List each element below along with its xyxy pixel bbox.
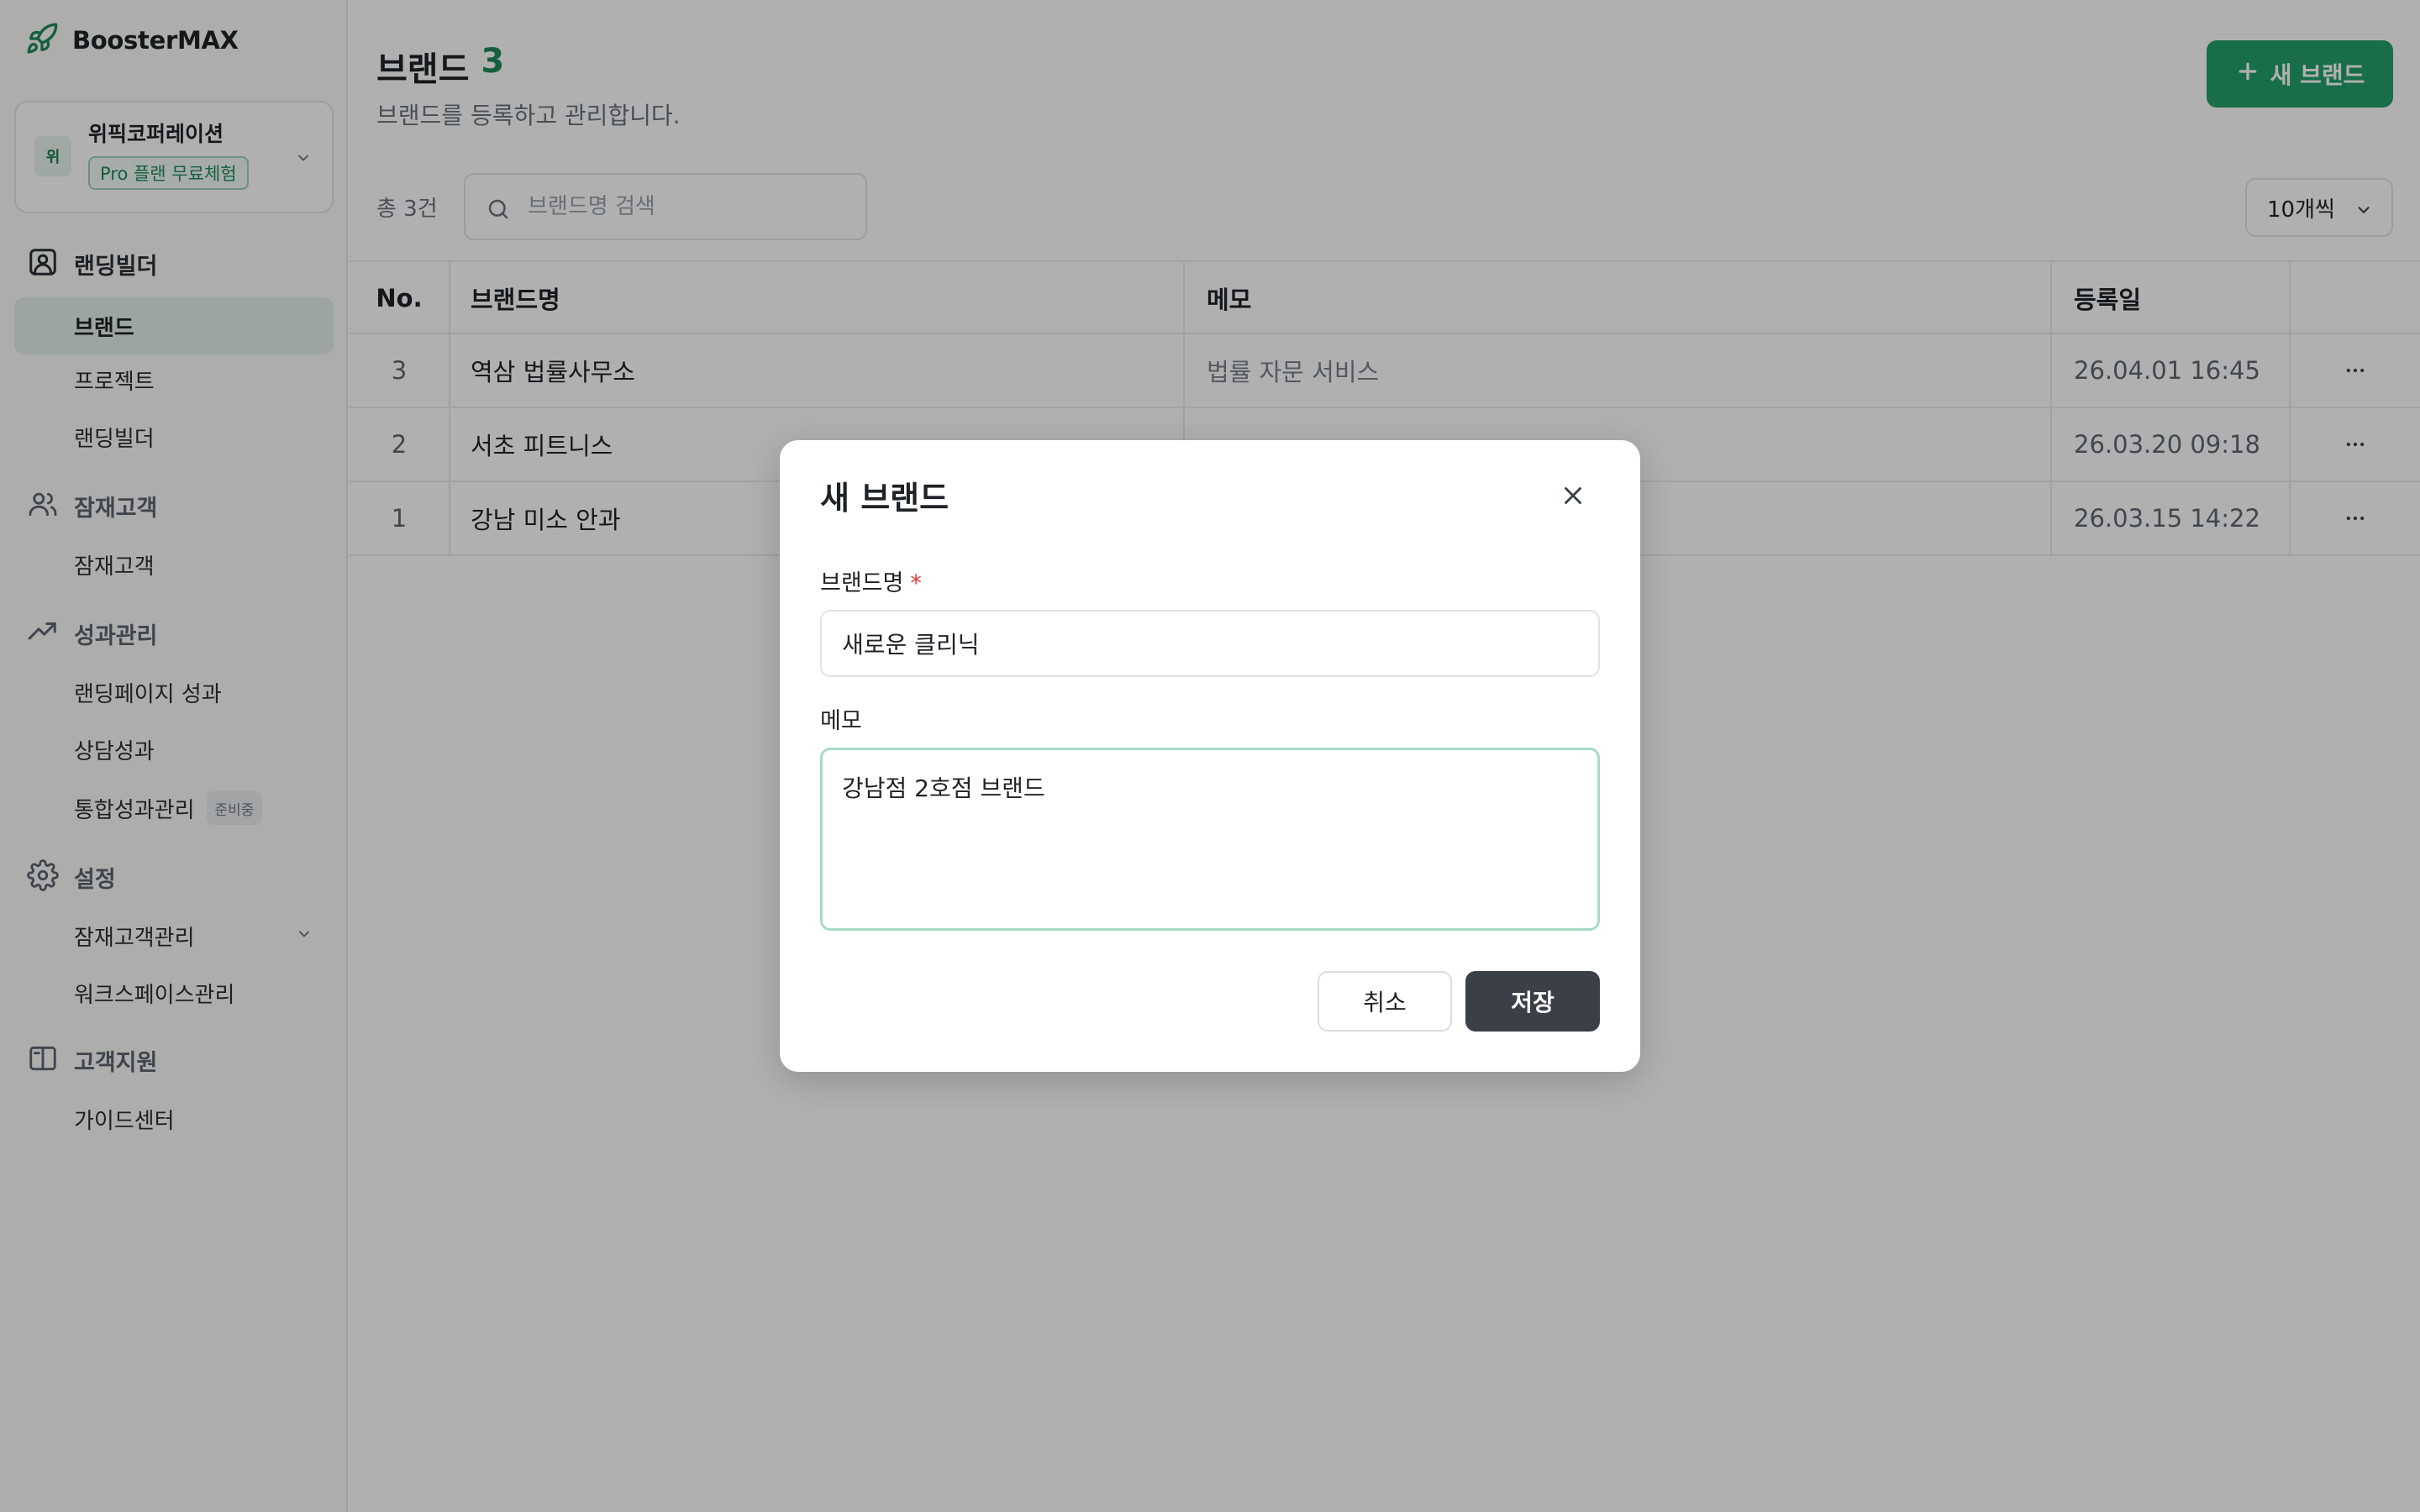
- save-button[interactable]: 저장: [1465, 971, 1600, 1032]
- close-icon[interactable]: [1555, 477, 1591, 514]
- brand-name-label: 브랜드명 *: [820, 564, 922, 597]
- required-mark: *: [910, 570, 922, 596]
- new-brand-dialog: 새 브랜드 브랜드명* 메모 강남점 2호점 브랜드 취소 저장: [780, 440, 1640, 1072]
- dialog-title: 새 브랜드: [820, 480, 950, 517]
- memo-label: 메모: [820, 708, 862, 734]
- memo-textarea[interactable]: 강남점 2호점 브랜드: [820, 748, 1600, 931]
- cancel-button[interactable]: 취소: [1318, 971, 1452, 1032]
- brand-name-label-text: 브랜드명: [820, 570, 904, 596]
- brand-name-input[interactable]: [820, 610, 1600, 677]
